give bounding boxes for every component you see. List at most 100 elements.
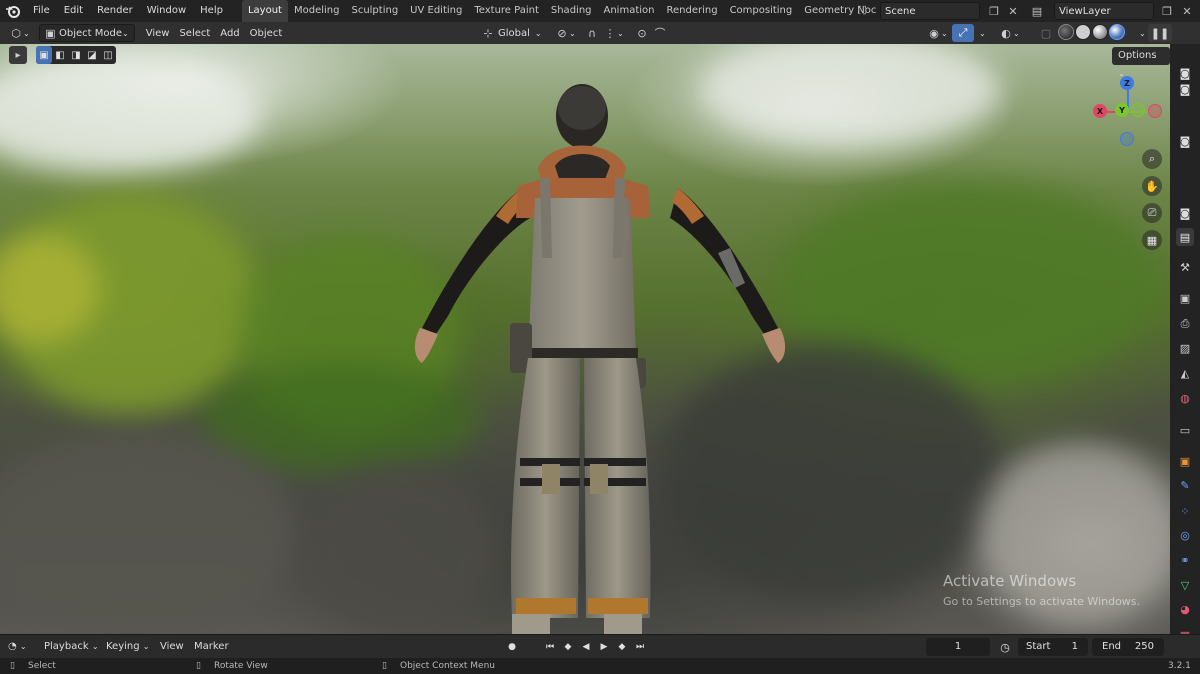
play-icon[interactable]: ▶ [597,640,611,654]
material-icon[interactable]: ◕ [1176,600,1194,618]
pivot-dropdown[interactable]: ⊘ ⌄ [550,24,581,42]
render-camera-icon[interactable]: ◙ [1176,80,1194,98]
overlay-toggle[interactable]: ◐ ⌄ [994,24,1025,42]
auto-keying-icon[interactable]: ● [505,640,519,654]
jump-keyframe-back-icon[interactable]: ◆ [561,640,575,654]
view-layer-close-icon[interactable]: ✕ [1178,2,1196,20]
select-invert-icon[interactable]: ◪ [84,46,100,64]
collection-properties-icon[interactable]: ▭ [1176,421,1194,439]
scene-browse-icon[interactable]: ⛶ [853,2,871,20]
material-preview-icon[interactable] [1092,24,1108,40]
select-new-icon[interactable]: ▣ [36,46,52,64]
gizmo-axis-x[interactable]: X [1093,104,1107,118]
jump-start-icon[interactable]: ⏮ [543,640,557,654]
tab-sculpting[interactable]: Sculpting [345,0,404,22]
tool-properties-icon[interactable]: ▤ [1176,228,1194,246]
tab-compositing[interactable]: Compositing [724,0,799,22]
wireframe-shading-icon[interactable] [1058,24,1074,40]
menu-marker[interactable]: Marker [194,639,229,655]
scene-copy-icon[interactable]: ❐ [985,2,1003,20]
world-properties-icon[interactable]: ◍ [1176,389,1194,407]
object-data-icon[interactable]: ▽ [1176,576,1194,594]
gizmo-axis-neg-x[interactable] [1148,104,1162,118]
select-subtract-icon[interactable]: ◨ [68,46,84,64]
view-layer-selector[interactable]: ViewLayer [1054,2,1154,20]
scene-selector[interactable]: Scene [880,2,980,20]
tab-modeling[interactable]: Modeling [288,0,346,22]
menu-select[interactable]: Select [174,24,215,42]
jump-end-icon[interactable]: ⏭ [633,640,647,654]
start-frame-field[interactable]: Start 1 [1018,638,1088,656]
solid-shading-icon[interactable] [1075,24,1091,40]
character-model[interactable] [400,58,800,634]
tweak-tool-icon[interactable]: ▸ [9,46,27,64]
view-layer-icon[interactable]: ▤ [1028,2,1046,20]
perspective-grid-icon[interactable]: ▦ [1142,230,1162,250]
render-properties-icon[interactable]: ▣ [1176,289,1194,307]
xray-icon: ▢ [1040,26,1052,40]
falloff-dropdown[interactable]: ⌒ [648,24,672,42]
pause-render-button[interactable]: ❚❚ [1148,24,1172,42]
object-properties-icon[interactable]: ▣ [1176,452,1194,470]
menu-edit[interactable]: Edit [57,0,90,22]
options-dropdown[interactable]: Options ⌄ [1112,47,1170,78]
snap-target-dropdown[interactable]: ⋮ ⌄ [598,24,629,42]
axis-icon: ⊹ [483,26,493,40]
menu-add[interactable]: Add [215,24,244,42]
tab-texture-paint[interactable]: Texture Paint [468,0,545,22]
scene-properties-icon[interactable]: ◭ [1176,364,1194,382]
orientation-dropdown[interactable]: ⊹ Global ⌄ [476,24,547,42]
output-properties-icon[interactable]: ⎙ [1176,315,1194,333]
blender-logo-icon[interactable] [0,0,26,22]
tab-layout[interactable]: Layout [241,0,288,22]
tool-wrench-icon[interactable]: ⚒ [1176,258,1194,276]
view-layer-properties-icon[interactable]: ▨ [1176,339,1194,357]
zoom-icon[interactable]: ⌕ [1142,149,1162,169]
tab-animation[interactable]: Animation [598,0,661,22]
menu-help[interactable]: Help [193,0,230,22]
visibility-dropdown[interactable]: ◉ ⌄ [922,24,953,42]
menu-view[interactable]: View [141,24,175,42]
view-layer-copy-icon[interactable]: ❐ [1158,2,1176,20]
constraints-icon[interactable]: ⚭ [1176,551,1194,569]
select-extend-icon[interactable]: ◧ [52,46,68,64]
particles-icon[interactable]: ⁘ [1176,502,1194,520]
gizmo-axis-z[interactable]: Z [1120,76,1134,90]
scene-close-icon[interactable]: ✕ [1004,2,1022,20]
gizmo-axis-neg-z[interactable] [1120,132,1134,146]
tab-rendering[interactable]: Rendering [660,0,723,22]
gizmo-axis-y[interactable]: Y [1115,103,1129,117]
editor-type-button[interactable]: ⬡ ⌄ [4,24,35,42]
tab-uv-editing[interactable]: UV Editing [404,0,468,22]
clock-icon: ◔ [8,641,17,652]
gizmo-axis-neg-y[interactable] [1131,103,1145,117]
menu-file[interactable]: File [26,0,57,22]
physics-icon[interactable]: ◎ [1176,526,1194,544]
camera-icon[interactable]: ◙ [1176,132,1194,150]
camera-icon[interactable]: ◙ [1176,204,1194,222]
current-frame-field[interactable]: 1 [926,638,990,656]
modifier-wrench-icon[interactable]: ✎ [1176,476,1194,494]
end-frame-field[interactable]: End 250 [1092,638,1164,656]
camera-view-icon[interactable]: ⎚ [1142,203,1162,223]
stopwatch-icon[interactable]: ◷ [998,640,1012,654]
rendered-shading-icon[interactable] [1109,24,1125,40]
select-intersect-icon[interactable]: ◫ [100,46,116,64]
menu-keying[interactable]: Keying ⌄ [106,639,149,655]
gizmo-dropdown[interactable]: ⌄ [974,24,991,42]
mode-dropdown[interactable]: ▣ Object Mode ⌄ [38,24,135,42]
gizmo-toggle[interactable]: ⤢ [952,24,974,42]
timeline-editor-type[interactable]: ◔ ⌄ [8,639,27,655]
jump-keyframe-forward-icon[interactable]: ◆ [615,640,629,654]
menu-timeline-view[interactable]: View [160,639,184,655]
rock-blob [0,434,300,634]
menu-window[interactable]: Window [140,0,193,22]
play-reverse-icon[interactable]: ◀ [579,640,593,654]
menu-playback[interactable]: Playback ⌄ [44,639,99,655]
menu-object[interactable]: Object [245,24,288,42]
3d-viewport[interactable]: ▸ ▣ ◧ ◨ ◪ ◫ Options ⌄ Z Y X ⌕ ✋ ⎚ ▦ Acti… [0,44,1170,634]
menu-render[interactable]: Render [90,0,140,22]
pan-hand-icon[interactable]: ✋ [1142,176,1162,196]
xray-toggle[interactable]: ▢ [1034,24,1058,42]
tab-shading[interactable]: Shading [545,0,598,22]
